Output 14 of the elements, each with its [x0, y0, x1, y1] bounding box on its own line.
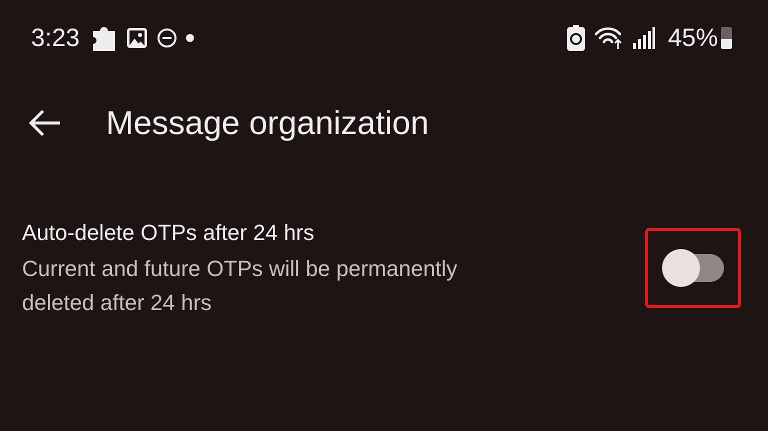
toggle-switch[interactable]	[662, 249, 724, 287]
wifi-icon	[594, 26, 624, 50]
signal-icon	[632, 27, 655, 49]
do-not-disturb-icon	[156, 28, 177, 48]
battery-saver-icon	[566, 25, 585, 51]
image-icon	[126, 27, 148, 49]
back-button[interactable]	[28, 109, 62, 137]
page-title: Message organization	[106, 104, 429, 142]
battery-icon	[721, 27, 732, 49]
battery-percent: 45%	[668, 24, 718, 52]
setting-title: Auto-delete OTPs after 24 hrs	[22, 220, 316, 246]
dot-icon	[186, 34, 194, 42]
status-time: 3:23	[31, 24, 80, 52]
setting-description: Current and future OTPs will be permanently deleted after 24 hrs	[22, 255, 458, 317]
